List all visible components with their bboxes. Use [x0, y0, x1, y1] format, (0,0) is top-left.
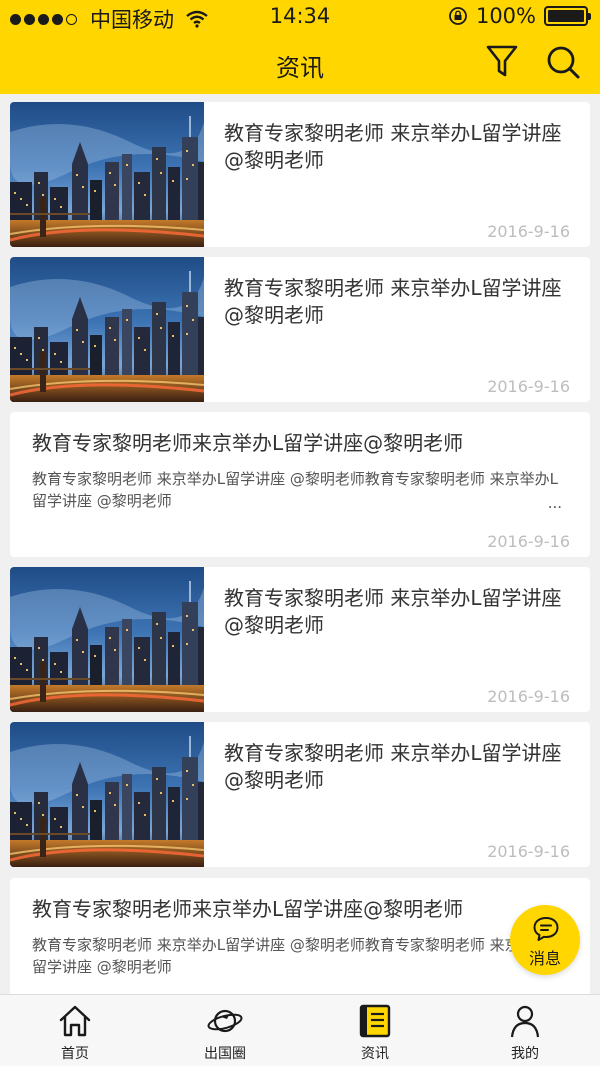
article-card-text[interactable]: 教育专家黎明老师来京举办L留学讲座@黎明老师 教育专家黎明老师 来京举办L留学讲… — [10, 412, 590, 557]
tab-label: 出国圈 — [204, 1046, 246, 1062]
article-summary: 教育专家黎明老师 来京举办L留学讲座 @黎明老师教育专家黎明老师 来京举办L留学… — [32, 470, 559, 510]
article-date: 2016-9-16 — [487, 532, 570, 551]
nav-bar: 资讯 — [0, 32, 600, 94]
message-bubble-icon — [533, 917, 559, 941]
article-thumbnail — [10, 722, 204, 867]
article-title: 教育专家黎明老师 来京举办L留学讲座 @黎明老师 — [224, 276, 562, 327]
planet-plane-icon — [207, 1009, 243, 1033]
article-thumbnail — [10, 102, 204, 247]
status-bar: 中国移动 14:34 100% — [0, 0, 600, 32]
article-title: 教育专家黎明老师 来京举办L留学讲座 @黎明老师 — [224, 121, 562, 172]
article-date: 2016-9-16 — [487, 222, 570, 241]
article-date: 2016-9-16 — [487, 377, 570, 396]
article-card[interactable]: 教育专家黎明老师 来京举办L留学讲座 @黎明老师 2016-9-16 — [10, 102, 590, 247]
article-title: 教育专家黎明老师来京举办L留学讲座@黎明老师 — [32, 897, 464, 921]
article-card[interactable]: 教育专家黎明老师 来京举办L留学讲座 @黎明老师 2016-9-16 — [10, 257, 590, 402]
article-title: 教育专家黎明老师 来京举办L留学讲座 @黎明老师 — [224, 741, 562, 792]
tab-news[interactable]: 资讯 — [300, 995, 450, 1066]
article-card-text[interactable]: 教育专家黎明老师来京举办L留学讲座@黎明老师 教育专家黎明老师 来京举办L留学讲… — [10, 878, 590, 998]
article-summary: 教育专家黎明老师 来京举办L留学讲座 @黎明老师教育专家黎明老师 来京举办L留学… — [32, 936, 559, 976]
filter-icon[interactable] — [486, 44, 518, 78]
rotation-lock-icon — [449, 7, 467, 25]
tab-bar: 首页 出国圈 资讯 我的 — [0, 994, 600, 1066]
article-card[interactable]: 教育专家黎明老师 来京举办L留学讲座 @黎明老师 2016-9-16 — [10, 567, 590, 712]
article-date: 2016-9-16 — [487, 687, 570, 706]
status-right: 100% — [448, 4, 591, 28]
tab-home[interactable]: 首页 — [0, 995, 150, 1066]
article-card[interactable]: 教育专家黎明老师 来京举办L留学讲座 @黎明老师 2016-9-16 — [10, 722, 590, 867]
battery-icon — [544, 6, 591, 26]
battery-percent: 100% — [475, 4, 536, 28]
messages-fab-button[interactable]: 消息 — [510, 905, 580, 975]
article-title: 教育专家黎明老师来京举办L留学讲座@黎明老师 — [32, 431, 464, 455]
person-icon — [510, 1005, 540, 1038]
article-date: 2016-9-16 — [487, 842, 570, 861]
summary-ellipsis: ... — [547, 494, 562, 512]
messages-fab-label: 消息 — [528, 949, 561, 968]
news-icon — [359, 1004, 391, 1038]
search-icon[interactable] — [545, 44, 581, 80]
tab-label: 首页 — [61, 1046, 89, 1062]
article-thumbnail — [10, 257, 204, 402]
home-icon — [59, 1005, 91, 1037]
tab-abroad-circle[interactable]: 出国圈 — [150, 995, 300, 1066]
tab-profile[interactable]: 我的 — [450, 995, 600, 1066]
article-title: 教育专家黎明老师 来京举办L留学讲座 @黎明老师 — [224, 586, 562, 637]
tab-label: 资讯 — [361, 1046, 389, 1062]
article-thumbnail — [10, 567, 204, 712]
tab-label: 我的 — [511, 1046, 539, 1062]
